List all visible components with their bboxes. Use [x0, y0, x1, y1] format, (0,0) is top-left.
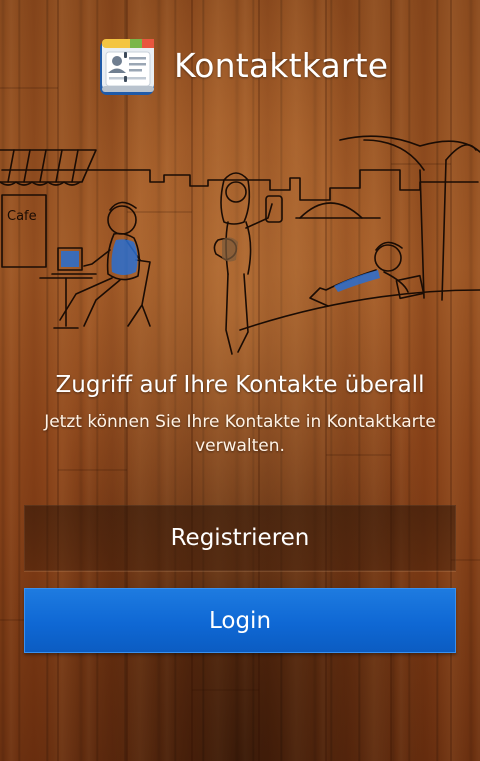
- register-button-label: Registrieren: [170, 525, 310, 551]
- people-sketch-illustration: Cafe: [0, 135, 480, 355]
- app-header: Kontaktkarte: [0, 0, 480, 130]
- login-button[interactable]: Login: [24, 588, 456, 653]
- intro-headline: Zugriff auf Ihre Kontakte überall: [55, 372, 425, 398]
- register-button[interactable]: Registrieren: [24, 505, 456, 571]
- login-button-label: Login: [208, 607, 272, 634]
- cafe-sign: Cafe: [7, 209, 37, 224]
- contact-card-icon: [100, 39, 154, 95]
- intro-description: Jetzt können Sie Ihre Kontakte in Kontak…: [44, 412, 436, 456]
- app-title: Kontaktkarte: [174, 46, 389, 85]
